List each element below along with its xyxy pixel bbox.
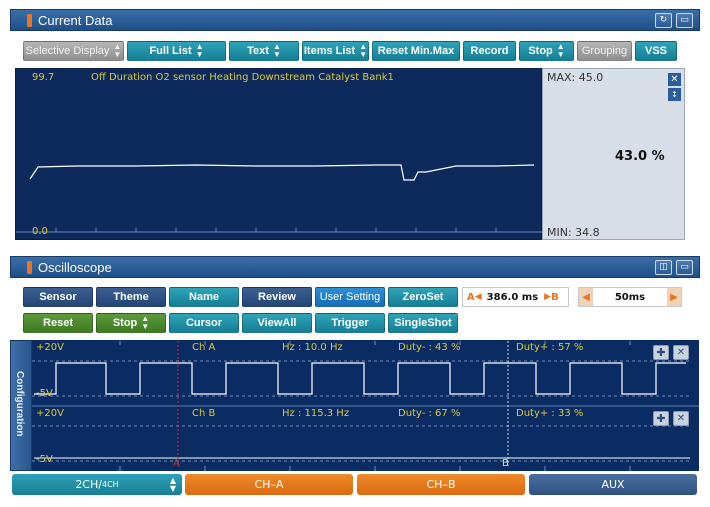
spinner-icon: ▲ ▼ <box>556 42 565 59</box>
stop-mode-button[interactable]: Stop ▲ ▼ <box>96 313 166 333</box>
spinner-icon: ▲ ▼ <box>195 42 204 59</box>
user-setting-button[interactable]: User Setting <box>315 287 385 307</box>
channel-mode-alt: 4CH <box>101 480 119 489</box>
arrow-right-icon: ▶ <box>544 292 552 302</box>
tab-ch-a[interactable]: CH–A <box>185 474 353 495</box>
channel-mode-main: 2CH <box>75 478 99 491</box>
full-list-button[interactable]: Full List ▲ ▼ <box>127 41 226 61</box>
channel-a-zoom-icon[interactable]: ✚ <box>653 345 669 360</box>
minimize-icon[interactable]: ▭ <box>676 259 693 275</box>
record-button[interactable]: Record <box>463 41 516 61</box>
full-list-label: Full List <box>149 45 192 57</box>
max-value: MAX: 45.0 <box>547 71 604 84</box>
spinner-icon: ▲ ▼ <box>272 42 281 59</box>
time-div-value: 50ms <box>614 291 646 303</box>
reset-button[interactable]: Reset <box>23 313 93 333</box>
graph-top-value: 99.7 <box>32 72 55 83</box>
spinner-icon: ▲ ▼ <box>141 314 150 331</box>
cursor-time-box[interactable]: A ◀ 386.0 ms ▶ B <box>462 287 569 307</box>
time-decrease-icon[interactable]: ◀ <box>579 288 593 306</box>
oscilloscope-title: Oscilloscope <box>38 259 112 275</box>
graph-sensor-label: Off Duration O2 sensor Heating Downstrea… <box>91 72 394 83</box>
text-button[interactable]: Text ▲ ▼ <box>229 41 299 61</box>
min-value: MIN: 34.8 <box>547 226 600 239</box>
tab-ch-b[interactable]: CH–B <box>357 474 525 495</box>
channel-b-top-voltage: +20V <box>36 408 64 419</box>
channel-a-grid <box>32 360 690 397</box>
selective-display-label: Selective Display <box>25 45 110 57</box>
channel-a-hz: Hz : 10.0 Hz <box>282 342 343 353</box>
retry-icon[interactable]: ↻ <box>655 12 672 28</box>
spinner-icon: ▲ ▼ <box>359 42 368 59</box>
vss-button[interactable]: VSS <box>635 41 677 61</box>
reset-min-max-button[interactable]: Reset Min.Max <box>372 41 460 61</box>
channel-b-grid <box>32 425 690 462</box>
channel-b-duty-plus: Duty+ : 33 % <box>516 408 584 419</box>
split-view-icon[interactable]: ◫ <box>655 259 672 275</box>
channel-b-duty-minus: Duty- : 67 % <box>398 408 461 419</box>
channel-b-zoom-icon[interactable]: ✚ <box>653 411 669 426</box>
close-icon[interactable]: ✕ <box>668 73 681 86</box>
items-list-label: Items List <box>303 45 356 57</box>
stop-button[interactable]: Stop ▲ ▼ <box>519 41 574 61</box>
stop-label: Stop <box>528 45 553 57</box>
channel-b-bottom-voltage: -5V <box>36 454 53 465</box>
minimize-icon[interactable]: ▭ <box>676 12 693 28</box>
spinner-icon: ▲ ▼ <box>169 475 176 493</box>
time-increase-icon[interactable]: ▶ <box>667 288 681 306</box>
current-value: 43.0 % <box>615 149 665 164</box>
graph-bottom-value: 0.0 <box>32 226 48 237</box>
channel-a-bottom-voltage: -5V <box>36 388 53 399</box>
selective-display-button[interactable]: Selective Display ▲ ▼ <box>23 41 124 61</box>
channel-b-close-icon[interactable]: ✕ <box>673 411 689 426</box>
panel-marker-icon <box>27 13 32 27</box>
cursor-time-value: 386.0 ms <box>486 291 539 303</box>
channel-a-close-icon[interactable]: ✕ <box>673 345 689 360</box>
reorder-icon[interactable]: ↕ <box>668 88 681 101</box>
sensor-button[interactable]: Sensor <box>23 287 93 307</box>
channel-a-top-voltage: +20V <box>36 342 64 353</box>
oscilloscope-toolbar-row1: Sensor Theme Name Review User Setting Ze… <box>23 287 458 307</box>
panel-marker-icon <box>27 260 32 274</box>
o2-sensor-trace <box>29 164 535 181</box>
theme-button[interactable]: Theme <box>96 287 166 307</box>
channel-a-duty-plus: Duty+ : 57 % <box>516 342 584 353</box>
oscilloscope-titlebar: Oscilloscope ◫ ▭ <box>10 256 700 278</box>
channel-a-duty-minus: Duty- : 43 % <box>398 342 461 353</box>
arrow-left-icon: ◀ <box>474 292 482 302</box>
spinner-icon: ▲ ▼ <box>113 42 122 59</box>
configuration-label: Configuration <box>14 371 25 437</box>
singleshot-button[interactable]: SingleShot <box>388 313 458 333</box>
channel-mode-selector[interactable]: 2CH / 4CH ▲ ▼ <box>12 474 182 495</box>
channel-b-hz: Hz : 115.3 Hz <box>282 408 350 419</box>
trigger-button[interactable]: Trigger <box>315 313 385 333</box>
channel-a-waveform <box>34 362 686 395</box>
oscilloscope-display[interactable] <box>10 340 699 471</box>
current-data-graph[interactable]: 99.7 Off Duration O2 sensor Heating Down… <box>15 68 543 240</box>
current-data-title: Current Data <box>38 12 113 28</box>
review-button[interactable]: Review <box>242 287 312 307</box>
name-button[interactable]: Name <box>169 287 239 307</box>
cursor-b-marker: B <box>551 291 559 303</box>
cursor-b-label: B <box>502 458 509 469</box>
channel-b-name: Ch B <box>192 408 216 419</box>
grouping-button[interactable]: Grouping <box>577 41 632 61</box>
current-data-titlebar: Current Data ↻ ▭ <box>10 9 700 31</box>
graph-ticks <box>55 228 497 232</box>
configuration-tab[interactable]: Configuration <box>10 340 32 471</box>
tab-aux[interactable]: AUX <box>529 474 697 495</box>
oscilloscope-toolbar-row2: Reset Stop ▲ ▼ Cursor ViewAll Trigger Sing… <box>23 313 458 333</box>
viewall-button[interactable]: ViewAll <box>242 313 312 333</box>
time-div-box[interactable]: ◀ 50ms ▶ <box>578 287 682 307</box>
text-label: Text <box>247 45 269 57</box>
cursor-a-marker: A <box>467 291 475 303</box>
current-data-side-panel: MAX: 45.0 ✕ ↕ 43.0 % MIN: 34.8 <box>542 68 685 240</box>
channel-a-name: Ch A <box>192 342 216 353</box>
items-list-button[interactable]: Items List ▲ ▼ <box>302 41 369 61</box>
current-data-toolbar: Selective Display ▲ ▼ Full List ▲ ▼ Text ▲ ▼ I… <box>23 41 677 61</box>
zeroset-button[interactable]: ZeroSet <box>388 287 458 307</box>
stop-mode-label: Stop <box>112 317 138 329</box>
cursor-a-label: A <box>173 458 180 469</box>
cursor-button[interactable]: Cursor <box>169 313 239 333</box>
